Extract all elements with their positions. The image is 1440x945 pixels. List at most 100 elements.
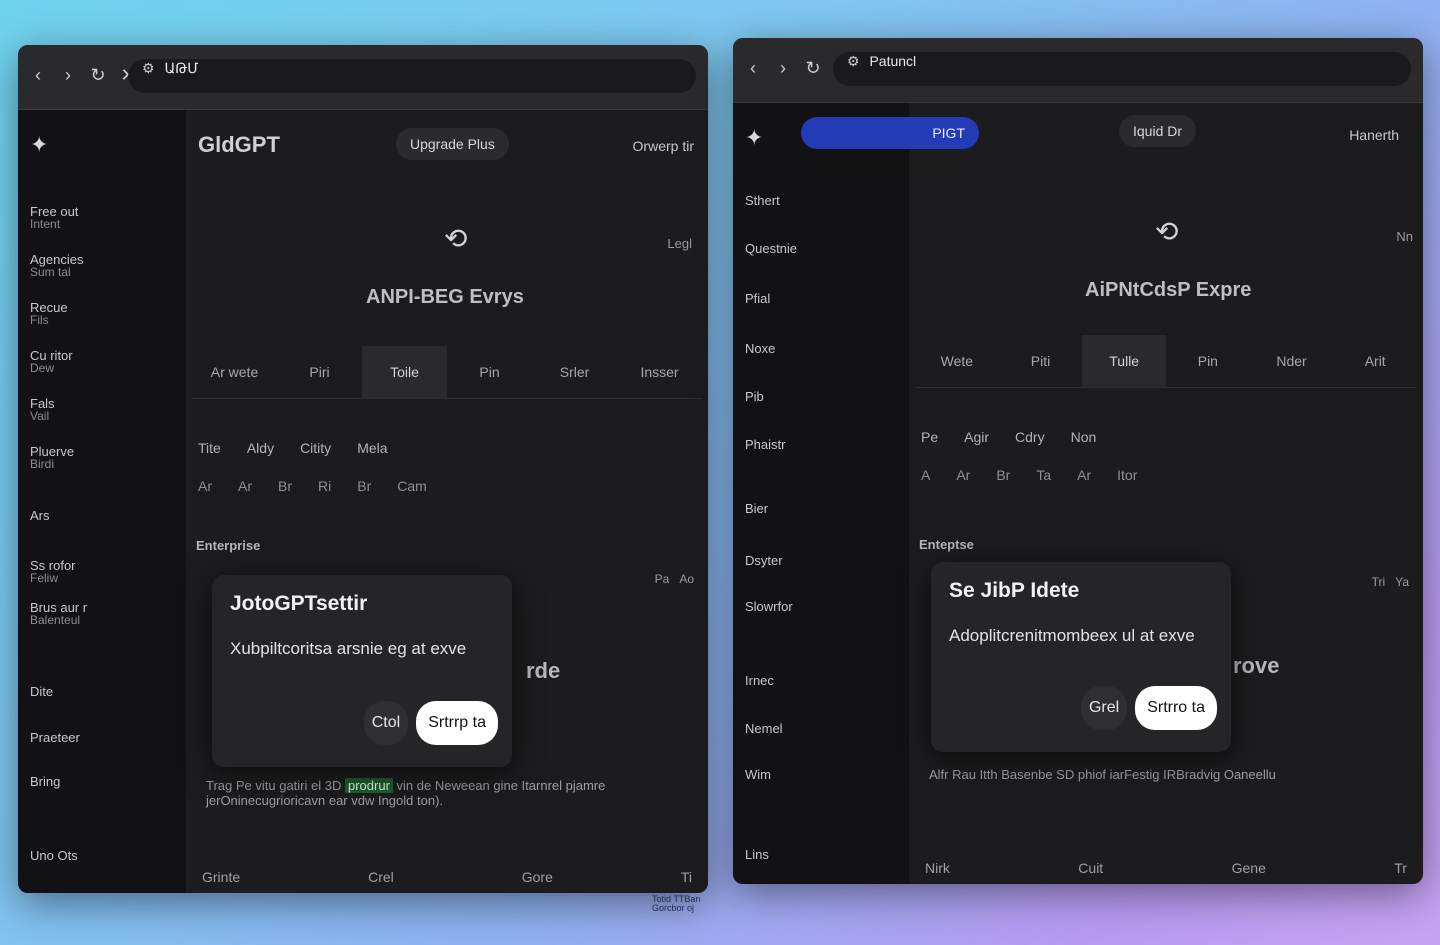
tab[interactable]: Tulle: [1082, 335, 1167, 387]
page-title: AiPNtCdsP Expre: [1085, 279, 1252, 301]
sidebar-item[interactable]: Pluerve Birdi: [30, 445, 74, 470]
mini-button[interactable]: Ya: [1395, 575, 1409, 589]
tab-bar: Wete Piti Tulle Pin Nder Arit: [915, 335, 1417, 388]
mini-button[interactable]: Tri: [1372, 575, 1386, 589]
bottom-item[interactable]: Cuit: [1078, 860, 1103, 876]
sidebar-item[interactable]: Dsyter: [745, 554, 783, 567]
sidebar-item[interactable]: Phaistr: [745, 438, 785, 451]
tab[interactable]: Pin: [1166, 335, 1250, 387]
upgrade-button[interactable]: Upgrade Plus: [396, 128, 509, 160]
sidebar-item[interactable]: Nemel: [745, 722, 783, 735]
bottom-bar: Grinte Crel Gore Ti: [202, 869, 692, 885]
user-menu[interactable]: Hanerth: [1349, 127, 1399, 143]
model-name[interactable]: GldGPT: [198, 132, 280, 158]
mini-button[interactable]: Pa: [655, 572, 670, 586]
bottom-item[interactable]: Ti: [681, 869, 692, 885]
forward-icon[interactable]: ›: [775, 58, 791, 79]
tab[interactable]: Toile: [362, 346, 447, 398]
sidebar-item[interactable]: Questnie: [745, 242, 797, 255]
reload-icon[interactable]: ↻: [805, 58, 821, 79]
reload-icon[interactable]: ↻: [90, 65, 106, 86]
bottom-item[interactable]: Gore: [522, 869, 553, 885]
section-label: Enteptse: [919, 537, 974, 552]
cancel-button[interactable]: Ctol: [363, 701, 409, 745]
section-label: Enterprise: [196, 538, 261, 553]
tab[interactable]: Piri: [277, 346, 362, 398]
confirm-dialog: JotoGPTsettir Xubpiltcoritsa arsnie eg a…: [212, 575, 512, 767]
caption: Totid TTBan Gorcbor oj: [652, 894, 701, 913]
browser-chrome: ‹ › ↻ ✕ ⚙ Patuncl: [733, 38, 1423, 103]
dialog-title: Se JibP Idete: [949, 579, 1080, 602]
tab[interactable]: Insser: [617, 346, 702, 398]
browser-window-left: ‹ › ↻ ✕ ⚙ ԱԹՄ ✦ Free outIntent AgenciesS…: [18, 45, 708, 893]
tab[interactable]: Piti: [999, 335, 1083, 387]
sidebar-item[interactable]: Sthert: [745, 194, 780, 207]
sidebar-item[interactable]: Pfial: [745, 292, 770, 305]
sidebar-item[interactable]: Bring: [30, 775, 60, 788]
mini-button[interactable]: Ao: [679, 572, 694, 586]
brand-icon: ⟲: [444, 223, 468, 254]
dialog-text: Xubpiltcoritsa arsnie eg at exve: [230, 639, 467, 658]
sidebar-item[interactable]: Irnec: [745, 674, 774, 687]
bottom-item[interactable]: Tr: [1394, 860, 1407, 876]
cancel-button[interactable]: Grel: [1080, 686, 1128, 730]
confirm-button[interactable]: Srtrro ta: [1135, 686, 1217, 730]
back-icon[interactable]: ‹: [30, 65, 46, 86]
back-icon[interactable]: ‹: [745, 58, 761, 79]
logo-icon[interactable]: ✦: [30, 132, 48, 158]
address-bar[interactable]: ⚙ Patuncl: [833, 52, 1411, 86]
model-selector[interactable]: PIGT: [801, 117, 979, 149]
tab[interactable]: Nder: [1250, 335, 1334, 387]
field-values: A Ar Br Ta Ar Itor: [921, 467, 1138, 483]
main-content: PIGT Iquid Dr Hanerth ⟲ Nn AiPNtCdsP Exp…: [801, 103, 1423, 884]
url-text: ԱԹՄ: [164, 60, 199, 76]
bottom-item[interactable]: Grinte: [202, 869, 240, 885]
bottom-item[interactable]: Crel: [368, 869, 394, 885]
tab[interactable]: Wete: [915, 335, 999, 387]
dialog-text: Adoplitcrenitmombeex ul at exve: [949, 626, 1195, 645]
tab[interactable]: Srler: [532, 346, 617, 398]
sidebar-item[interactable]: Fals Vail: [30, 397, 55, 422]
site-info-icon: ⚙: [142, 60, 155, 76]
logo-icon[interactable]: ✦: [745, 125, 763, 151]
confirm-dialog: Se JibP Idete Adoplitcrenitmombeex ul at…: [931, 562, 1231, 752]
page-title: ANPI-BEG Evrys: [366, 286, 524, 308]
sidebar-item[interactable]: Uno Ots: [30, 849, 78, 862]
tab[interactable]: Arit: [1333, 335, 1417, 387]
browser-chrome: ‹ › ↻ ✕ ⚙ ԱԹՄ: [18, 45, 708, 110]
sidebar-item[interactable]: Cu ritor Dew: [30, 349, 73, 374]
sidebar-item[interactable]: Pib: [745, 390, 764, 403]
sidebar-item[interactable]: Noxe: [745, 342, 775, 355]
sidebar-item[interactable]: Dite: [30, 685, 53, 698]
sidebar-item[interactable]: Ss rofor Feliw: [30, 559, 76, 584]
sidebar-item[interactable]: Recue Fils: [30, 301, 68, 326]
forward-icon[interactable]: ›: [60, 65, 76, 86]
main-content: GldGPT Upgrade Plus Orwerp tir ⟲ Legl AN…: [186, 110, 708, 893]
sidebar-item[interactable]: Ars: [30, 509, 50, 522]
sidebar-item[interactable]: Brus aur r Balenteul: [30, 601, 87, 626]
bottom-bar: Nirk Cuit Gene Tr: [925, 860, 1407, 876]
sidebar-item[interactable]: Slowrfor: [745, 600, 793, 613]
sidebar-item[interactable]: Free out Intent: [30, 205, 78, 230]
bottom-item[interactable]: Nirk: [925, 860, 950, 876]
sidebar-item[interactable]: Agencies Sum tal: [30, 253, 83, 278]
bottom-item[interactable]: Gene: [1232, 860, 1266, 876]
sidebar-item[interactable]: Bier: [745, 502, 768, 515]
user-menu[interactable]: Orwerp tir: [633, 138, 694, 154]
brand-icon: ⟲: [1155, 216, 1179, 247]
sidebar: ✦ Free out Intent Agencies Sum tal Recue Fi…: [18, 110, 186, 893]
sidebar-item[interactable]: Lins: [745, 848, 769, 861]
description: Trag Pe vitu gatiri el 3D prodrur vin de…: [206, 778, 606, 808]
sidebar-item[interactable]: Wim: [745, 768, 771, 781]
nav-buttons: ‹ › ↻ ✕: [30, 65, 136, 86]
background-heading: rde: [526, 658, 561, 683]
sidebar-item[interactable]: Praeteer: [30, 731, 80, 744]
upgrade-button[interactable]: Iquid Dr: [1119, 115, 1197, 147]
tab[interactable]: Ar wete: [192, 346, 277, 398]
tab-bar: Ar wete Piri Toile Pin Srler Insser: [192, 346, 702, 399]
tab[interactable]: Pin: [447, 346, 532, 398]
browser-window-right: ‹ › ↻ ✕ ⚙ Patuncl ✦ Sthert Questnie Pfia…: [733, 38, 1423, 884]
address-bar[interactable]: ⚙ ԱԹՄ: [128, 59, 696, 93]
dialog-title: JotoGPTsettir: [230, 592, 368, 615]
confirm-button[interactable]: Srtrrp ta: [416, 701, 498, 745]
